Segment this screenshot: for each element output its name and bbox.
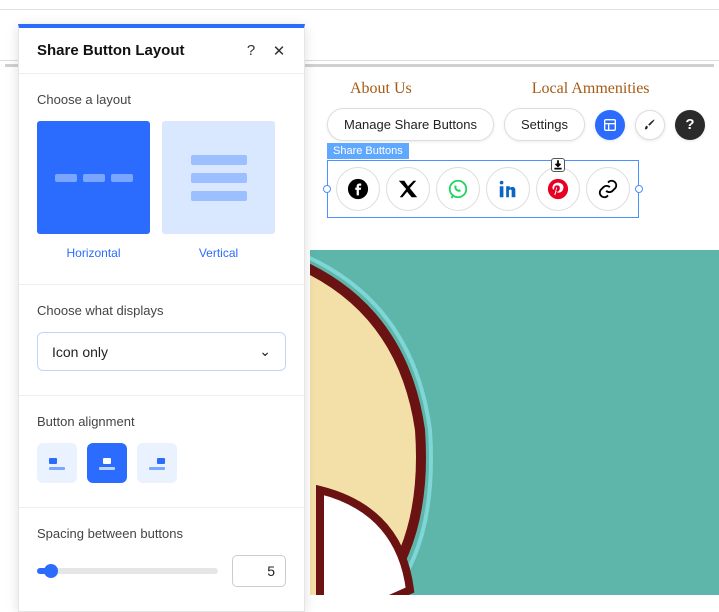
displays-label: Choose what displays (37, 303, 286, 318)
manage-share-buttons-button[interactable]: Manage Share Buttons (327, 108, 494, 141)
spacing-slider[interactable] (37, 568, 218, 574)
pinterest-icon (547, 178, 569, 200)
layout-icon (602, 117, 618, 133)
vertical-preview (162, 121, 275, 234)
element-toolbar: Manage Share Buttons Settings ? (327, 108, 705, 141)
horizontal-preview (37, 121, 150, 234)
share-whatsapp[interactable] (436, 167, 480, 211)
spacing-label: Spacing between buttons (37, 526, 286, 541)
resize-handle-right[interactable] (635, 185, 643, 193)
design-button[interactable] (595, 110, 625, 140)
align-right-button[interactable] (137, 443, 177, 483)
style-button[interactable] (635, 110, 665, 140)
facebook-icon (347, 178, 369, 200)
share-facebook[interactable] (336, 167, 380, 211)
abstract-illustration (310, 250, 700, 595)
align-center-button[interactable] (87, 443, 127, 483)
spacing-section: Spacing between buttons (19, 508, 304, 611)
layout-option-vertical[interactable]: Vertical (162, 121, 275, 260)
question-icon: ? (685, 116, 694, 133)
page-artwork (310, 250, 719, 595)
resize-handle-left[interactable] (323, 185, 331, 193)
spacing-input[interactable] (232, 555, 286, 587)
site-nav: About Us Local Ammenities (350, 80, 650, 98)
panel-close-icon[interactable]: ✕ (272, 44, 286, 58)
app-topbar (0, 0, 719, 10)
help-button[interactable]: ? (675, 110, 705, 140)
brush-icon (642, 117, 657, 132)
link-icon (597, 178, 619, 200)
panel-help-icon[interactable]: ? (244, 44, 258, 58)
horizontal-caption: Horizontal (66, 246, 120, 260)
alignment-section: Button alignment (19, 396, 304, 508)
nav-about[interactable]: About Us (350, 80, 412, 98)
settings-button[interactable]: Settings (504, 108, 585, 141)
share-buttons-selection: Share Buttons (327, 160, 639, 218)
slider-thumb[interactable] (44, 564, 58, 578)
align-left-button[interactable] (37, 443, 77, 483)
displays-section: Choose what displays Icon only ⌄ (19, 285, 304, 396)
nav-amenities[interactable]: Local Ammenities (532, 80, 650, 98)
linkedin-icon (497, 178, 519, 200)
share-link[interactable] (586, 167, 630, 211)
download-badge-icon (551, 158, 565, 172)
panel-title: Share Button Layout (37, 42, 185, 59)
displays-selected-value: Icon only (52, 344, 108, 360)
share-linkedin[interactable] (486, 167, 530, 211)
layout-option-horizontal[interactable]: Horizontal (37, 121, 150, 260)
vertical-caption: Vertical (199, 246, 238, 260)
share-pinterest[interactable] (536, 167, 580, 211)
selection-label: Share Buttons (327, 143, 409, 159)
selection-box[interactable] (327, 160, 639, 218)
panel-header: Share Button Layout ? ✕ (19, 28, 304, 74)
x-twitter-icon (397, 178, 419, 200)
alignment-label: Button alignment (37, 414, 286, 429)
layout-section: Choose a layout Horizontal Vertical (19, 74, 304, 285)
whatsapp-icon (447, 178, 469, 200)
share-x-twitter[interactable] (386, 167, 430, 211)
layout-label: Choose a layout (37, 92, 286, 107)
displays-select[interactable]: Icon only ⌄ (37, 332, 286, 371)
share-layout-panel: Share Button Layout ? ✕ Choose a layout … (18, 24, 305, 612)
chevron-down-icon: ⌄ (259, 343, 271, 360)
